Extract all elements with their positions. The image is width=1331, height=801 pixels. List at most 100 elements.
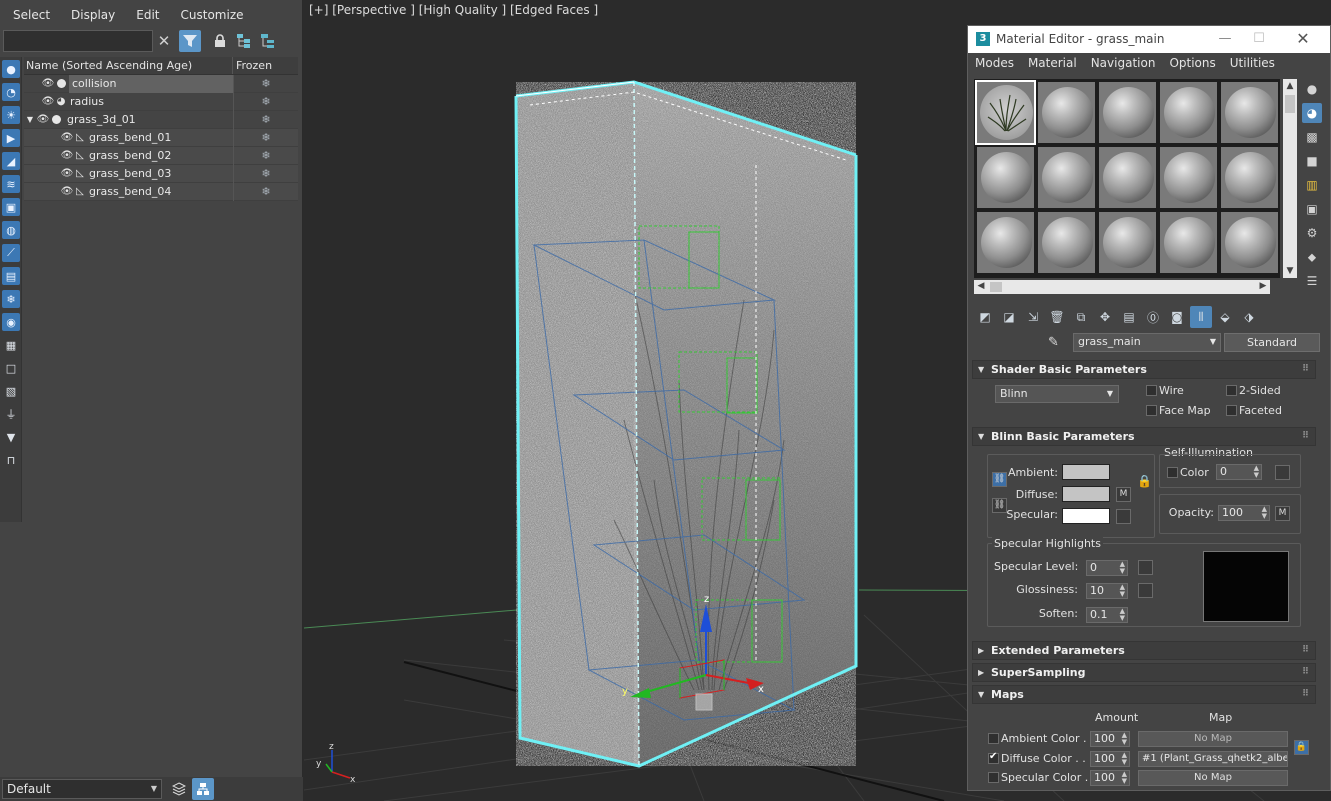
layer-manager-icon[interactable] bbox=[168, 778, 190, 800]
self-illum-map-button[interactable] bbox=[1275, 465, 1290, 480]
map-enable-checkbox[interactable] bbox=[988, 772, 999, 783]
scroll-left-icon[interactable]: ◀ bbox=[974, 281, 988, 291]
rollout-maps-header[interactable]: ▼ Maps ⠿ bbox=[972, 685, 1316, 704]
sample-slot[interactable] bbox=[1219, 80, 1280, 145]
cameras-filter-icon[interactable]: ▶ bbox=[2, 129, 20, 147]
video-color-check-icon[interactable]: ▥ bbox=[1302, 175, 1322, 195]
display-all-icon[interactable]: ▦ bbox=[2, 336, 20, 354]
specular-level-spinner[interactable]: 0 ▲ ▼ bbox=[1086, 560, 1128, 576]
frozen-toggle[interactable]: ❄ bbox=[233, 182, 298, 201]
visibility-eye-icon[interactable]: 👁 bbox=[60, 168, 74, 179]
frozen-toggle[interactable]: ❄ bbox=[233, 146, 298, 165]
close-icon[interactable]: ✕ bbox=[1290, 29, 1316, 49]
make-preview-icon[interactable]: ▣ bbox=[1302, 199, 1322, 219]
map-slot-button[interactable]: #1 (Plant_Grass_qhetk2_albedo bbox=[1138, 751, 1288, 767]
reset-map-icon[interactable]: 🗑 bbox=[1046, 306, 1068, 328]
bones-filter-icon[interactable]: ⟋ bbox=[2, 244, 20, 262]
material-type-button[interactable]: Standard bbox=[1224, 333, 1320, 352]
go-forward-sibling-icon[interactable]: ⬗ bbox=[1238, 306, 1260, 328]
rollout-supersampling-header[interactable]: ▶ SuperSampling ⠿ bbox=[972, 663, 1316, 682]
sample-slot[interactable] bbox=[1097, 210, 1158, 275]
menu-navigation[interactable]: Navigation bbox=[1084, 54, 1163, 74]
outliner-row-grass-bend-02[interactable]: 👁 ◺ grass_bend_02 ❄ bbox=[24, 146, 298, 165]
column-name[interactable]: Name (Sorted Ascending Age) bbox=[24, 57, 233, 74]
column-frozen[interactable]: Frozen bbox=[233, 57, 298, 74]
sample-slot[interactable] bbox=[1036, 145, 1097, 210]
self-illum-color-checkbox[interactable] bbox=[1167, 467, 1178, 478]
show-shaded-icon[interactable]: ◙ bbox=[1166, 306, 1188, 328]
hidden-filter-icon[interactable]: ◉ bbox=[2, 313, 20, 331]
face-map-checkbox[interactable] bbox=[1146, 405, 1157, 416]
menu-select[interactable]: Select bbox=[0, 4, 58, 26]
sample-grid-horizontal-scrollbar[interactable]: ◀ ▶ bbox=[974, 280, 1270, 294]
put-to-library-icon[interactable]: ▤ bbox=[1118, 306, 1140, 328]
menu-options[interactable]: Options bbox=[1162, 54, 1222, 74]
self-illum-spinner[interactable]: 0 ▲ ▼ bbox=[1216, 464, 1262, 480]
menu-edit[interactable]: Edit bbox=[123, 4, 167, 26]
map-amount-spinner[interactable]: 100 ▲ ▼ bbox=[1090, 751, 1130, 767]
outliner-row-grass-3d-01[interactable]: ▼ 👁 grass_3d_01 ❄ bbox=[24, 110, 298, 129]
filter-settings-icon[interactable]: ⏚ bbox=[2, 405, 20, 423]
frozen-toggle[interactable]: ❄ bbox=[233, 164, 298, 183]
map-enable-checkbox[interactable] bbox=[988, 733, 999, 744]
make-unique-icon[interactable]: ✥ bbox=[1094, 306, 1116, 328]
wire-checkbox[interactable] bbox=[1146, 385, 1157, 396]
opacity-map-button[interactable]: M bbox=[1275, 506, 1290, 521]
material-id-channel-icon[interactable]: ⓪ bbox=[1142, 306, 1164, 328]
diffuse-color-swatch[interactable] bbox=[1062, 486, 1110, 502]
lock-map-icon[interactable]: 🔒 bbox=[1294, 740, 1309, 755]
visibility-eye-icon[interactable]: 👁 bbox=[60, 132, 74, 143]
options-icon[interactable]: ⚙ bbox=[1302, 223, 1322, 243]
diffuse-map-button[interactable]: M bbox=[1116, 487, 1131, 502]
geometry-filter-icon[interactable]: ● bbox=[2, 60, 20, 78]
minimize-icon[interactable]: — bbox=[1212, 29, 1238, 49]
eyedropper-icon[interactable]: ✎ bbox=[1048, 335, 1059, 350]
show-end-result-icon[interactable]: ⫴ bbox=[1190, 306, 1212, 328]
sample-slot[interactable] bbox=[1097, 145, 1158, 210]
sample-slot[interactable] bbox=[1219, 145, 1280, 210]
scroll-down-icon[interactable]: ▼ bbox=[1283, 266, 1297, 276]
sample-slot[interactable] bbox=[1097, 80, 1158, 145]
map-amount-spinner[interactable]: 100 ▲ ▼ bbox=[1090, 770, 1130, 786]
sample-slot[interactable] bbox=[1036, 80, 1097, 145]
material-editor-titlebar[interactable]: 3 Material Editor - grass_main — ☐ ✕ bbox=[968, 26, 1330, 53]
ambient-color-swatch[interactable] bbox=[1062, 464, 1110, 480]
rollout-blinn-basic-header[interactable]: ▼ Blinn Basic Parameters ⠿ bbox=[972, 427, 1316, 446]
glossiness-spinner[interactable]: 10 ▲ ▼ bbox=[1086, 583, 1128, 599]
map-slot-button[interactable]: No Map bbox=[1138, 770, 1288, 786]
scroll-thumb[interactable] bbox=[990, 282, 1002, 292]
menu-utilities[interactable]: Utilities bbox=[1223, 54, 1282, 74]
backlight-icon[interactable]: ◕ bbox=[1302, 103, 1322, 123]
shapes-filter-icon[interactable]: ◔ bbox=[2, 83, 20, 101]
display-none-icon[interactable]: □ bbox=[2, 359, 20, 377]
assign-to-selection-icon[interactable]: ⇲ bbox=[1022, 306, 1044, 328]
map-amount-spinner[interactable]: 100 ▲ ▼ bbox=[1090, 731, 1130, 747]
lock-ambient-diffuse-icon[interactable]: ⛓ bbox=[992, 472, 1007, 487]
opacity-spinner[interactable]: 100 ▲ ▼ bbox=[1218, 505, 1270, 521]
select-by-material-icon[interactable]: ⬥ bbox=[1302, 247, 1322, 267]
visibility-eye-icon[interactable]: 👁 bbox=[60, 186, 74, 197]
frozen-toggle[interactable]: ❄ bbox=[233, 74, 298, 93]
frozen-toggle[interactable]: ❄ bbox=[233, 92, 298, 111]
visibility-eye-icon[interactable]: 👁 bbox=[60, 150, 74, 161]
frozen-toggle[interactable]: ❄ bbox=[233, 110, 298, 129]
sort-hierarchy-icon[interactable] bbox=[192, 778, 214, 800]
visibility-eye-icon[interactable]: 👁 bbox=[36, 114, 50, 125]
xrefs-filter-icon[interactable]: ◍ bbox=[2, 221, 20, 239]
outliner-row-grass-bend-04[interactable]: 👁 ◺ grass_bend_04 ❄ bbox=[24, 182, 298, 201]
get-material-icon[interactable]: ◩ bbox=[974, 306, 996, 328]
make-copy-icon[interactable]: ⧉ bbox=[1070, 306, 1092, 328]
groups-filter-icon[interactable]: ▣ bbox=[2, 198, 20, 216]
frozen-filter-icon[interactable]: ❄ bbox=[2, 290, 20, 308]
sample-slot[interactable] bbox=[975, 80, 1036, 145]
scroll-right-icon[interactable]: ▶ bbox=[1256, 281, 1270, 291]
material-name-dropdown[interactable]: grass_main ▼ bbox=[1073, 333, 1221, 352]
specular-map-button[interactable] bbox=[1116, 509, 1131, 524]
sample-slot[interactable] bbox=[1158, 80, 1219, 145]
visibility-eye-icon[interactable]: 👁 bbox=[41, 96, 55, 107]
layer-hierarchy-icon[interactable] bbox=[257, 30, 279, 52]
search-input[interactable] bbox=[3, 30, 153, 52]
hierarchy-icon[interactable] bbox=[233, 30, 255, 52]
sample-slot[interactable] bbox=[1158, 210, 1219, 275]
menu-customize[interactable]: Customize bbox=[168, 4, 252, 26]
